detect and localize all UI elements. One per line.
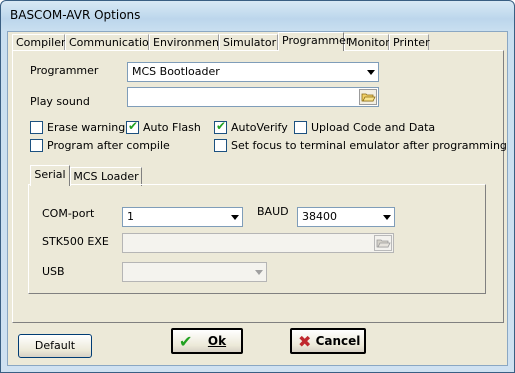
close-x-icon: ✖ [298,332,312,351]
checkmark-icon: ✔ [216,119,227,133]
tab-printer[interactable]: Printer [389,34,430,51]
folder-open-icon[interactable] [374,235,392,251]
usb-label: USB [42,265,65,278]
usb-select[interactable] [122,262,267,282]
auto-verify-checkbox[interactable]: ✔ [214,119,227,134]
tab-programmer[interactable]: Programmer [278,32,350,51]
tab-simulator-label: Simulator [223,36,277,49]
erase-warning-label: Erase warning [47,121,126,134]
auto-flash-checkbox[interactable]: ✔ [126,119,139,134]
tab-environment[interactable]: Environment [149,34,223,51]
baud-select[interactable]: 38400 [297,207,395,227]
ok-button-label: Ok [207,334,227,348]
upload-code-label: Upload Code and Data [311,121,436,134]
erase-warning-checkbox[interactable] [30,121,43,134]
programmer-select-value: MCS Bootloader [132,65,220,78]
tab-printer-label: Printer [393,36,430,49]
tab-communication-label: Communication [69,36,156,49]
tab-environment-label: Environment [153,36,224,49]
ok-button[interactable]: ✔ Ok [171,328,243,354]
baud-label: BAUD [257,205,289,218]
stk500-label: STK500 EXE [42,235,109,248]
dialog-client-area: Compiler Communication Environment Simul… [7,31,508,366]
stk500-input[interactable] [122,233,394,253]
chevron-down-icon [231,215,239,220]
baud-value: 38400 [302,210,337,223]
chevron-down-icon [367,70,375,75]
title-bar[interactable]: BASCOM-AVR Options [1,1,514,31]
options-dialog: BASCOM-AVR Options Compiler Communicatio… [0,0,515,373]
set-focus-checkbox[interactable] [214,139,227,152]
serial-panel: COM-port 1 BAUD 38400 STK500 EXE USB [28,184,486,294]
default-button[interactable]: Default [18,334,92,358]
subtab-mcs-loader-label: MCS Loader [73,170,139,183]
program-after-compile-label: Program after compile [47,139,170,152]
tab-simulator[interactable]: Simulator [219,34,278,51]
tab-compiler-label: Compiler [16,36,66,49]
play-sound-input[interactable] [127,87,379,107]
auto-verify-label: AutoVerify [231,121,288,134]
folder-open-icon[interactable] [359,89,377,105]
tab-programmer-label: Programmer [282,34,351,47]
com-port-label: COM-port [42,207,95,220]
program-after-compile-checkbox[interactable] [30,139,43,152]
auto-flash-label: Auto Flash [143,121,201,134]
upload-code-checkbox[interactable] [294,121,307,134]
cancel-button[interactable]: ✖ Cancel [290,328,366,354]
programmer-select[interactable]: MCS Bootloader [127,62,379,82]
com-port-value: 1 [127,210,134,223]
checkmark-icon: ✔ [128,119,139,133]
subtab-serial[interactable]: Serial [30,165,70,186]
tab-monitor-label: Monitor [348,36,390,49]
default-button-label: Default [34,339,76,352]
chevron-down-icon [383,215,391,220]
checkmark-icon: ✔ [179,332,193,351]
tab-monitor[interactable]: Monitor [344,34,390,51]
chevron-down-icon [255,270,263,275]
subtab-serial-label: Serial [34,168,66,181]
programmer-label: Programmer [30,64,99,77]
set-focus-label: Set focus to terminal emulator after pro… [231,139,507,152]
play-sound-label: Play sound [30,95,90,108]
tab-communication[interactable]: Communication [65,34,156,51]
com-port-select[interactable]: 1 [122,207,243,227]
tab-compiler[interactable]: Compiler [12,34,66,51]
window-title: BASCOM-AVR Options [10,8,141,22]
